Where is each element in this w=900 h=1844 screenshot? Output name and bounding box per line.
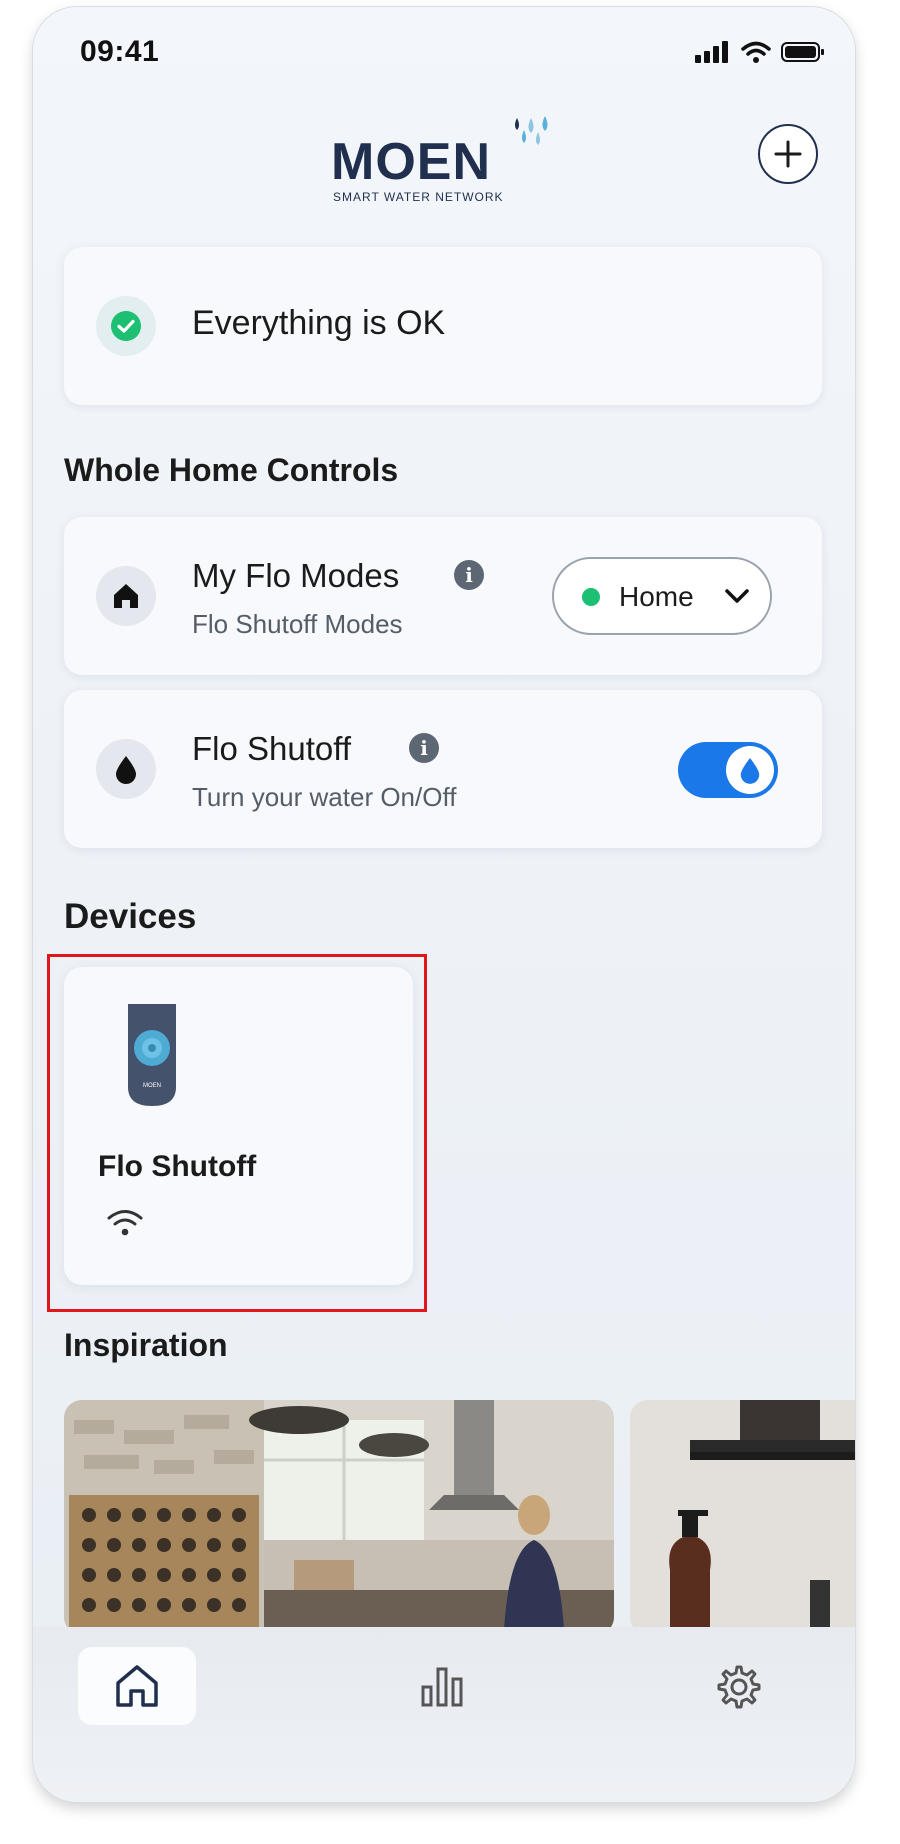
water-toggle[interactable] [678,742,778,798]
moen-logo: MOEN SMART WATER NETWORK [331,112,561,207]
battery-icon [781,42,824,62]
flo-modes-card[interactable]: My Flo Modes i Flo Shutoff Modes Home [64,517,822,675]
water-drops-icon [515,116,548,145]
wifi-status-icon [741,41,771,63]
tab-insights[interactable] [383,1647,501,1725]
logo-wordmark: MOEN [331,133,491,191]
flo-modes-title: My Flo Modes [192,557,400,594]
mode-status-dot [582,588,600,606]
water-drop-icon [116,756,136,784]
phone-screen: 09:41 MOEN SMART WATER NETWORK Everythin… [33,7,855,1802]
stats-icon [421,1667,463,1707]
water-badge [96,739,156,799]
chevron-down-icon [725,589,749,603]
whole-home-controls-heading: Whole Home Controls [64,452,399,488]
flo-modes-subtitle: Flo Shutoff Modes [192,609,403,639]
kitchen-photo [64,1400,614,1635]
status-bar: 09:41 [33,7,855,97]
bottom-tab-bar [33,1627,855,1802]
inspiration-heading: Inspiration [64,1327,228,1363]
tab-settings[interactable] [678,1647,796,1725]
tab-home[interactable] [78,1647,196,1725]
water-drop-icon [740,758,760,784]
flo-shutoff-card[interactable]: Flo Shutoff i Turn your water On/Off [64,690,822,848]
inspiration-card-bathroom[interactable] [630,1400,855,1635]
mode-select-dropdown[interactable]: Home [552,557,772,635]
check-circle-icon [111,311,141,341]
home-icon [116,1665,158,1707]
devices-heading: Devices [64,897,197,936]
flo-shutoff-subtitle: Turn your water On/Off [192,782,457,812]
plus-icon [774,140,802,168]
add-button[interactable] [758,124,818,184]
mode-select-value: Home [619,581,694,612]
status-icons [695,41,825,63]
status-text: Everything is OK [192,304,446,342]
inspiration-card-kitchen[interactable] [64,1400,614,1635]
flo-shutoff-title: Flo Shutoff [192,730,351,767]
status-time: 09:41 [80,35,160,68]
selection-highlight-box [47,954,427,1312]
signal-icon [695,41,728,63]
logo-subtitle: SMART WATER NETWORK [333,190,504,204]
modes-info-icon[interactable]: i [454,560,484,590]
system-status-card[interactable]: Everything is OK [64,247,822,405]
gear-icon [717,1665,761,1709]
house-icon [114,584,138,608]
status-ok-badge [96,296,156,356]
toggle-knob [726,746,774,794]
bathroom-photo [630,1400,855,1635]
home-mode-badge [96,566,156,626]
shutoff-info-icon[interactable]: i [409,733,439,763]
